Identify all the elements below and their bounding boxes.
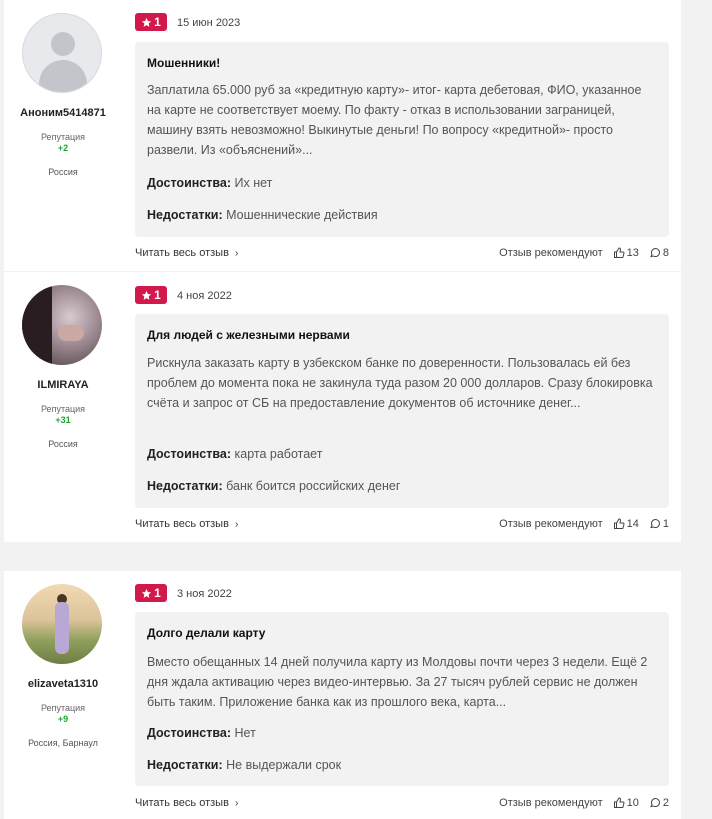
rating-badge: 1 bbox=[135, 286, 167, 304]
review-pros: Достоинства: карта работает bbox=[147, 447, 323, 461]
comment-icon bbox=[649, 798, 660, 808]
comment-icon bbox=[649, 519, 660, 529]
reputation-label: Репутация bbox=[40, 703, 86, 713]
avatar[interactable] bbox=[22, 584, 102, 664]
review-card: elizaveta1310 Репутация +9 Россия, Барна… bbox=[4, 571, 681, 819]
rating-badge: 1 bbox=[135, 584, 167, 602]
comments-button[interactable]: 8 bbox=[649, 247, 669, 259]
like-button[interactable]: 10 bbox=[613, 797, 639, 809]
user-location: Россия bbox=[48, 167, 78, 177]
reputation-value: +9 bbox=[57, 714, 69, 724]
like-button[interactable]: 14 bbox=[613, 518, 639, 530]
recommend-label: Отзыв рекомендуют bbox=[499, 518, 603, 530]
read-more-link[interactable]: Читать весь отзыв › bbox=[135, 518, 238, 530]
recommend-label: Отзыв рекомендуют bbox=[499, 797, 603, 809]
read-more-link[interactable]: Читать весь отзыв › bbox=[135, 797, 238, 809]
review-cons: Недостатки: Не выдержали срок bbox=[147, 758, 342, 772]
chevron-right-icon: › bbox=[234, 798, 239, 809]
reputation-value: +31 bbox=[55, 415, 71, 425]
star-icon bbox=[142, 17, 152, 27]
review-date: 3 ноя 2022 bbox=[177, 588, 232, 600]
thumbs-up-icon bbox=[613, 797, 625, 808]
rating-value: 1 bbox=[154, 15, 161, 29]
review-text: Заплатила 65.000 руб за «кредитную карту… bbox=[147, 83, 642, 157]
review-pros: Достоинства: Их нет bbox=[147, 176, 273, 190]
reputation-label: Репутация bbox=[40, 404, 86, 414]
review-body: Долго делали карту Вместо обещанных 14 д… bbox=[135, 612, 669, 786]
avatar[interactable] bbox=[22, 285, 102, 365]
thumbs-up-icon bbox=[613, 518, 625, 529]
review-title[interactable]: Долго делали карту bbox=[147, 626, 265, 640]
review-title[interactable]: Для людей с железными нервами bbox=[147, 328, 350, 342]
star-icon bbox=[142, 588, 152, 598]
review-body: Для людей с железными нервами Рискнула з… bbox=[135, 314, 669, 508]
review-meta: Отзыв рекомендуют 14 1 bbox=[499, 518, 669, 530]
review-card: Аноним5414871 Репутация +2 Россия 1 15 и… bbox=[4, 0, 681, 271]
rating-value: 1 bbox=[154, 288, 161, 302]
review-date: 15 июн 2023 bbox=[177, 17, 241, 29]
review-pros: Достоинства: Нет bbox=[147, 726, 256, 740]
chevron-right-icon: › bbox=[234, 248, 239, 259]
comments-button[interactable]: 2 bbox=[649, 797, 669, 809]
username[interactable]: ILMIRAYA bbox=[4, 379, 122, 391]
review-body: Мошенники! Заплатила 65.000 руб за «кред… bbox=[135, 42, 669, 237]
avatar[interactable] bbox=[22, 13, 102, 93]
user-location: Россия, Барнаул bbox=[28, 738, 98, 748]
user-location: Россия bbox=[48, 439, 78, 449]
rating-badge: 1 bbox=[135, 13, 167, 31]
reputation-value: +2 bbox=[57, 143, 69, 153]
comment-icon bbox=[649, 248, 660, 258]
review-meta: Отзыв рекомендуют 10 2 bbox=[499, 797, 669, 809]
review-card: ILMIRAYA Репутация +31 Россия 1 4 ноя 20… bbox=[4, 272, 681, 542]
read-more-link[interactable]: Читать весь отзыв › bbox=[135, 247, 238, 259]
rating-value: 1 bbox=[154, 586, 161, 600]
comments-button[interactable]: 1 bbox=[649, 518, 669, 530]
recommend-label: Отзыв рекомендуют bbox=[499, 247, 603, 259]
username[interactable]: Аноним5414871 bbox=[4, 107, 122, 119]
thumbs-up-icon bbox=[613, 247, 625, 258]
review-text: Рискнула заказать карту в узбекском банк… bbox=[147, 356, 653, 410]
review-meta: Отзыв рекомендуют 13 8 bbox=[499, 247, 669, 259]
reputation-label: Репутация bbox=[40, 132, 86, 142]
star-icon bbox=[142, 290, 152, 300]
review-title[interactable]: Мошенники! bbox=[147, 56, 220, 70]
like-button[interactable]: 13 bbox=[613, 247, 639, 259]
review-text: Вместо обещанных 14 дней получила карту … bbox=[147, 655, 648, 709]
review-date: 4 ноя 2022 bbox=[177, 290, 232, 302]
chevron-right-icon: › bbox=[234, 519, 239, 530]
review-cons: Недостатки: Мошеннические действия bbox=[147, 208, 378, 222]
username[interactable]: elizaveta1310 bbox=[4, 678, 122, 690]
review-cons: Недостатки: банк боится российских денег bbox=[147, 479, 401, 493]
